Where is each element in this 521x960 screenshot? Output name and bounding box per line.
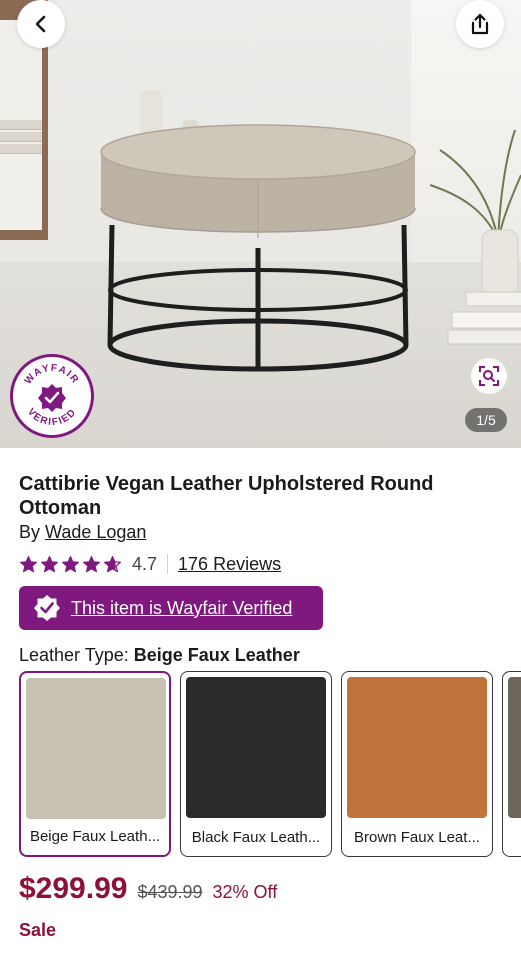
visual-search-button[interactable]	[471, 358, 507, 394]
option-label: Leather Type: Beige Faux Leather	[19, 645, 300, 666]
option-name: Leather Type:	[19, 645, 129, 665]
discount-label: 32% Off	[212, 882, 278, 902]
visual-search-icon	[479, 366, 499, 386]
swatch-label: G	[503, 829, 521, 846]
sale-tag: Sale	[19, 920, 57, 940]
wayfair-verified-banner[interactable]: This item is Wayfair Verified	[19, 586, 323, 630]
price-row: $299.99 $439.99 32% Off	[19, 872, 277, 908]
swatch-image	[186, 677, 326, 818]
star-icon	[103, 555, 122, 572]
swatch-image	[347, 677, 487, 818]
rating-value: 4.7	[132, 553, 158, 574]
original-price: $439.99	[137, 882, 203, 902]
share-button[interactable]	[456, 0, 504, 48]
star-rating	[19, 555, 122, 574]
share-icon	[471, 13, 489, 35]
verified-badge-icon	[34, 595, 60, 621]
back-button[interactable]	[17, 0, 65, 48]
swatch-label: Brown Faux Leat...	[354, 829, 480, 846]
swatch-option[interactable]: Beige Faux Leath...	[19, 671, 171, 857]
svg-text:WAYFAIR: WAYFAIR	[23, 363, 81, 387]
option-value: Beige Faux Leather	[133, 645, 300, 665]
swatch-image	[26, 678, 166, 819]
wayfair-verified-badge: WAYFAIR VERIFIED	[10, 354, 94, 438]
reviews-link[interactable]: 176 Reviews	[178, 554, 281, 575]
product-title: Cattibrie Vegan Leather Upholstered Roun…	[19, 473, 434, 519]
rating-row: 4.7 176 Reviews	[19, 552, 281, 576]
image-counter: 1/5	[465, 408, 507, 432]
swatch-option[interactable]: G	[502, 671, 521, 857]
swatch-label: Black Faux Leath...	[191, 829, 321, 846]
product-image-gallery[interactable]: WAYFAIR VERIFIED 1/5	[0, 0, 521, 448]
star-icon	[40, 555, 59, 572]
rating-divider	[167, 554, 169, 574]
swatch-option[interactable]: Black Faux Leath...	[180, 671, 332, 857]
star-icon	[82, 555, 101, 572]
swatch-option[interactable]: Brown Faux Leat...	[341, 671, 493, 857]
star-icon	[19, 555, 38, 572]
by-prefix: By	[19, 522, 41, 542]
swatch-label: Beige Faux Leath...	[29, 828, 161, 845]
brand-link[interactable]: Wade Logan	[45, 522, 146, 542]
brand-line: By Wade Logan	[19, 522, 146, 543]
sale-price: $299.99	[19, 872, 128, 905]
verified-text: This item is Wayfair Verified	[71, 597, 293, 618]
leather-type-swatches: Beige Faux Leath... Black Faux Leath... Br…	[19, 671, 521, 857]
swatch-image	[508, 677, 521, 818]
star-icon	[61, 555, 80, 572]
chevron-left-icon	[35, 15, 46, 33]
